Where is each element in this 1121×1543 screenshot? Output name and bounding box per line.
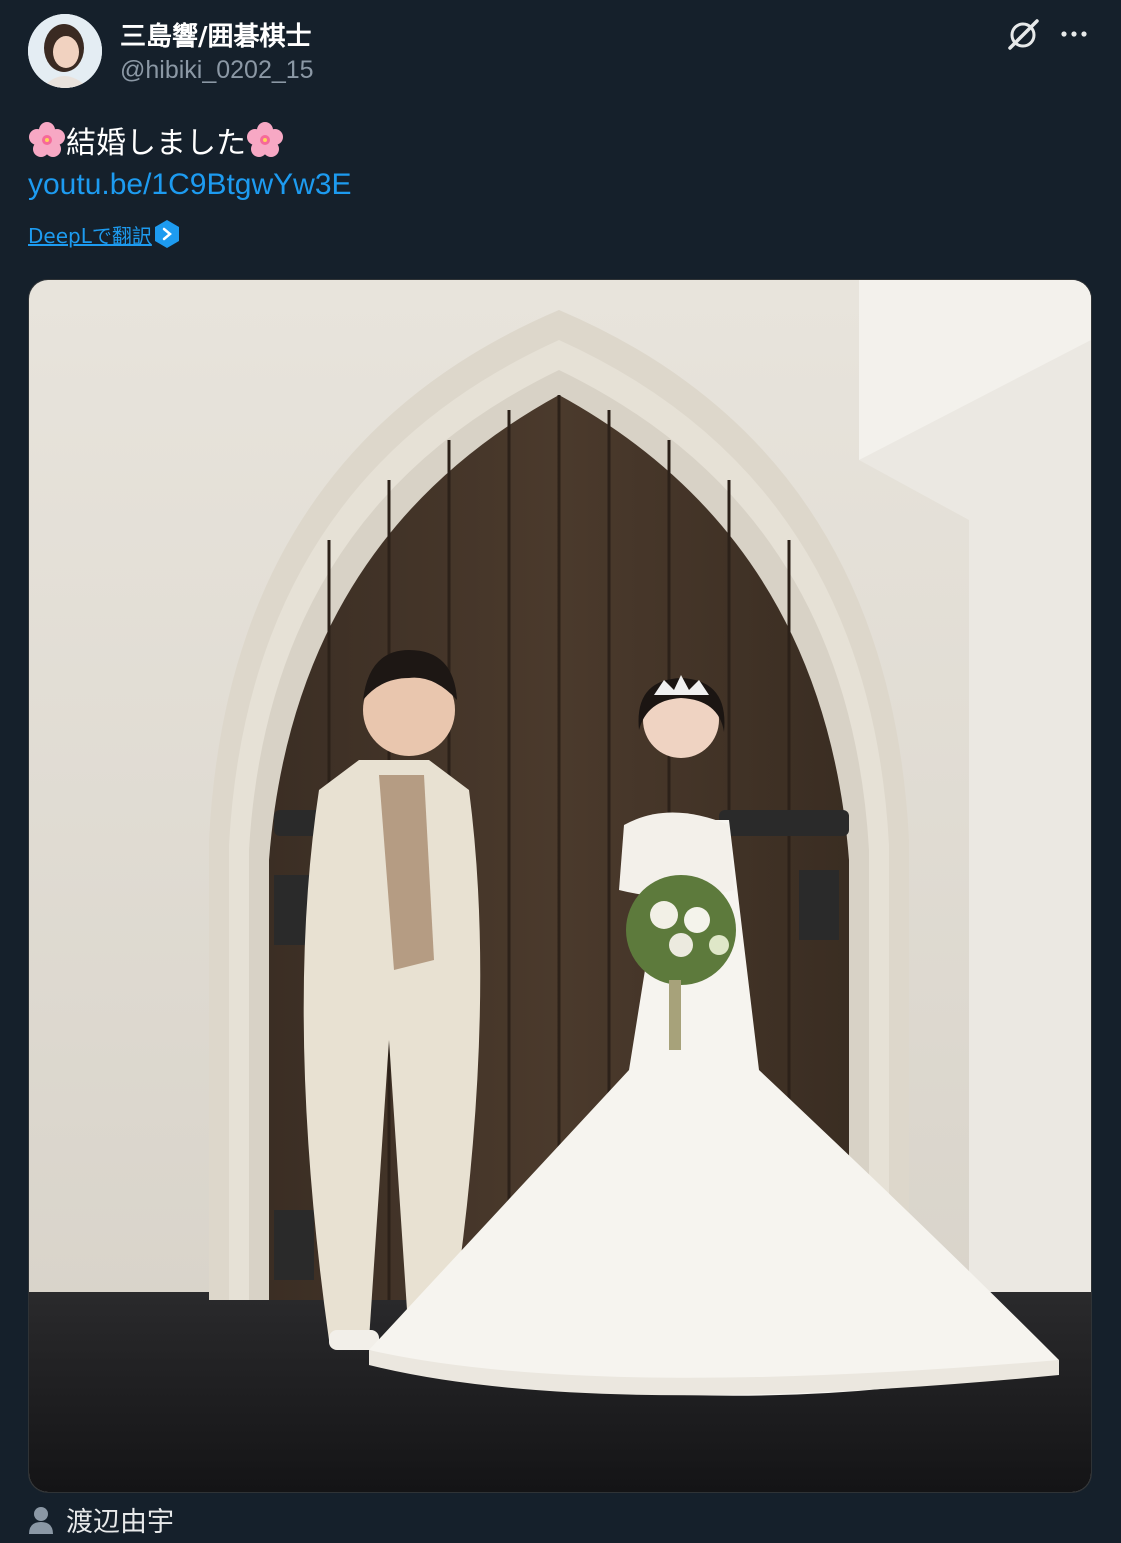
tweet-text: 結婚しました	[28, 118, 284, 162]
cherry-blossom-icon	[28, 121, 66, 159]
grok-icon[interactable]	[1004, 16, 1042, 54]
deepl-icon[interactable]	[153, 219, 181, 249]
tagged-user-name[interactable]: 渡辺由宇	[66, 1500, 174, 1539]
wedding-photo[interactable]	[28, 279, 1092, 1493]
cherry-blossom-icon	[246, 121, 284, 159]
youtube-link[interactable]: youtu.be/1C9BtgwYw3E	[28, 168, 352, 202]
author-name[interactable]: 三島響/囲碁棋士	[120, 16, 312, 53]
person-icon	[29, 1506, 53, 1534]
author-handle[interactable]: @hibiki_0202_15	[120, 56, 314, 85]
more-icon[interactable]	[1056, 16, 1092, 52]
deepl-translate-link[interactable]: DeepLで翻訳	[28, 220, 152, 249]
author-avatar[interactable]	[28, 14, 102, 88]
tagged-user[interactable]: 渡辺由宇	[28, 1500, 174, 1539]
tweet-body-text: 結婚しました	[66, 126, 246, 161]
